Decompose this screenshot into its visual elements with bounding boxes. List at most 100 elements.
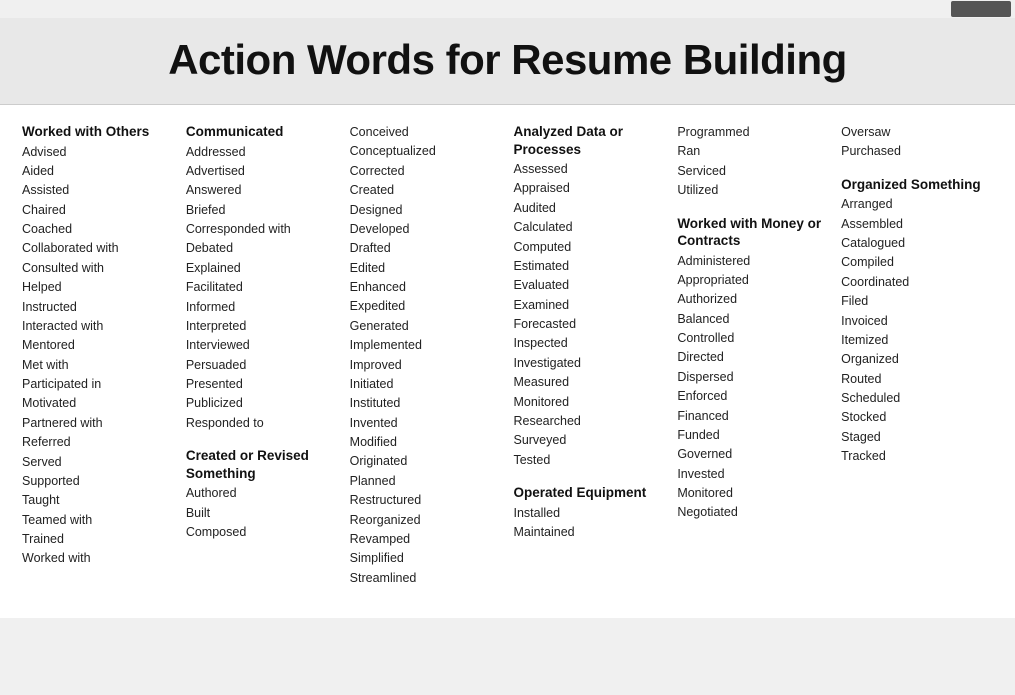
list-item: Surveyed xyxy=(513,431,665,450)
list-item: Taught xyxy=(22,491,174,510)
list-item: Created xyxy=(350,181,502,200)
list-item: Monitored xyxy=(513,393,665,412)
list-item: Briefed xyxy=(186,201,338,220)
section-title-created-revised: Created or Revised Something xyxy=(186,447,338,482)
list-item: Audited xyxy=(513,199,665,218)
list-item: Chaired xyxy=(22,201,174,220)
list-item: Compiled xyxy=(841,253,993,272)
list-item: Referred xyxy=(22,433,174,452)
list-item: Controlled xyxy=(677,329,829,348)
section-title-organized-something: Organized Something xyxy=(841,176,993,194)
list-item: Estimated xyxy=(513,257,665,276)
list-item: Authored xyxy=(186,484,338,503)
list-item: Presented xyxy=(186,375,338,394)
section-title-worked-with-others: Worked with Others xyxy=(22,123,174,141)
list-item: Oversaw xyxy=(841,123,993,142)
list-item: Scheduled xyxy=(841,389,993,408)
list-item: Administered xyxy=(677,252,829,271)
list-item: Responded to xyxy=(186,414,338,433)
list-item: Measured xyxy=(513,373,665,392)
list-item: Investigated xyxy=(513,354,665,373)
list-item: Examined xyxy=(513,296,665,315)
list-item: Simplified xyxy=(350,549,502,568)
list-item: Corrected xyxy=(350,162,502,181)
list-item: Governed xyxy=(677,445,829,464)
list-item: Expedited xyxy=(350,297,502,316)
list-item: Directed xyxy=(677,348,829,367)
list-item: Arranged xyxy=(841,195,993,214)
list-item: Addressed xyxy=(186,143,338,162)
column-6: OversawPurchased Organized SomethingArran… xyxy=(835,123,999,602)
list-item: Purchased xyxy=(841,142,993,161)
column-5: ProgrammedRanServicedUtilized Worked with… xyxy=(671,123,835,602)
list-item: Negotiated xyxy=(677,503,829,522)
list-item: Tracked xyxy=(841,447,993,466)
list-item: Tested xyxy=(513,451,665,470)
list-item: Routed xyxy=(841,370,993,389)
list-item: Built xyxy=(186,504,338,523)
list-item: Revamped xyxy=(350,530,502,549)
list-item: Installed xyxy=(513,504,665,523)
list-item: Staged xyxy=(841,428,993,447)
list-item: Modified xyxy=(350,433,502,452)
list-item: Invented xyxy=(350,414,502,433)
section-title-analyzed-data: Analyzed Data or Processes xyxy=(513,123,665,158)
page-title: Action Words for Resume Building xyxy=(10,36,1005,84)
header: Action Words for Resume Building xyxy=(0,18,1015,105)
word-list-worked-money: AdministeredAppropriatedAuthorizedBalanc… xyxy=(677,252,829,523)
list-item: Conceived xyxy=(350,123,502,142)
list-item: Persuaded xyxy=(186,356,338,375)
list-item: Corresponded with xyxy=(186,220,338,239)
word-list-worked-with-others: AdvisedAidedAssistedChairedCoachedCollab… xyxy=(22,143,174,569)
list-item: Inspected xyxy=(513,334,665,353)
list-item: Met with xyxy=(22,356,174,375)
list-item: Participated in xyxy=(22,375,174,394)
list-item: Helped xyxy=(22,278,174,297)
list-item: Streamlined xyxy=(350,569,502,588)
list-item: Initiated xyxy=(350,375,502,394)
list-item: Organized xyxy=(841,350,993,369)
word-list-programmed-etc: ProgrammedRanServicedUtilized xyxy=(677,123,829,201)
list-item: Evaluated xyxy=(513,276,665,295)
list-item: Computed xyxy=(513,238,665,257)
list-item: Facilitated xyxy=(186,278,338,297)
list-item: Itemized xyxy=(841,331,993,350)
list-item: Ran xyxy=(677,142,829,161)
list-item: Dispersed xyxy=(677,368,829,387)
list-item: Coordinated xyxy=(841,273,993,292)
list-item: Catalogued xyxy=(841,234,993,253)
list-item: Teamed with xyxy=(22,511,174,530)
list-item: Partnered with xyxy=(22,414,174,433)
section-title-worked-money: Worked with Money or Contracts xyxy=(677,215,829,250)
column-1: Worked with Others AdvisedAidedAssistedCh… xyxy=(16,123,180,602)
list-item: Instructed xyxy=(22,298,174,317)
list-item: Planned xyxy=(350,472,502,491)
word-list-created-revised: AuthoredBuiltComposed xyxy=(186,484,338,542)
list-item: Conceptualized xyxy=(350,142,502,161)
list-item: Advised xyxy=(22,143,174,162)
list-item: Mentored xyxy=(22,336,174,355)
list-item: Invested xyxy=(677,465,829,484)
content-area: Worked with Others AdvisedAidedAssistedCh… xyxy=(0,105,1015,618)
word-list-operated-equipment: InstalledMaintained xyxy=(513,504,665,543)
list-item: Interpreted xyxy=(186,317,338,336)
list-item: Appraised xyxy=(513,179,665,198)
list-item: Drafted xyxy=(350,239,502,258)
list-item: Monitored xyxy=(677,484,829,503)
word-list-analyzed-data: AssessedAppraisedAuditedCalculatedComput… xyxy=(513,160,665,470)
word-list-organized-something: ArrangedAssembledCataloguedCompiledCoord… xyxy=(841,195,993,466)
top-bar-button[interactable] xyxy=(951,1,1011,17)
list-item: Serviced xyxy=(677,162,829,181)
list-item: Originated xyxy=(350,452,502,471)
list-item: Stocked xyxy=(841,408,993,427)
list-item: Designed xyxy=(350,201,502,220)
list-item: Implemented xyxy=(350,336,502,355)
list-item: Informed xyxy=(186,298,338,317)
section-title-operated-equipment: Operated Equipment xyxy=(513,484,665,502)
list-item: Served xyxy=(22,453,174,472)
list-item: Interacted with xyxy=(22,317,174,336)
list-item: Forecasted xyxy=(513,315,665,334)
list-item: Funded xyxy=(677,426,829,445)
list-item: Filed xyxy=(841,292,993,311)
list-item: Authorized xyxy=(677,290,829,309)
